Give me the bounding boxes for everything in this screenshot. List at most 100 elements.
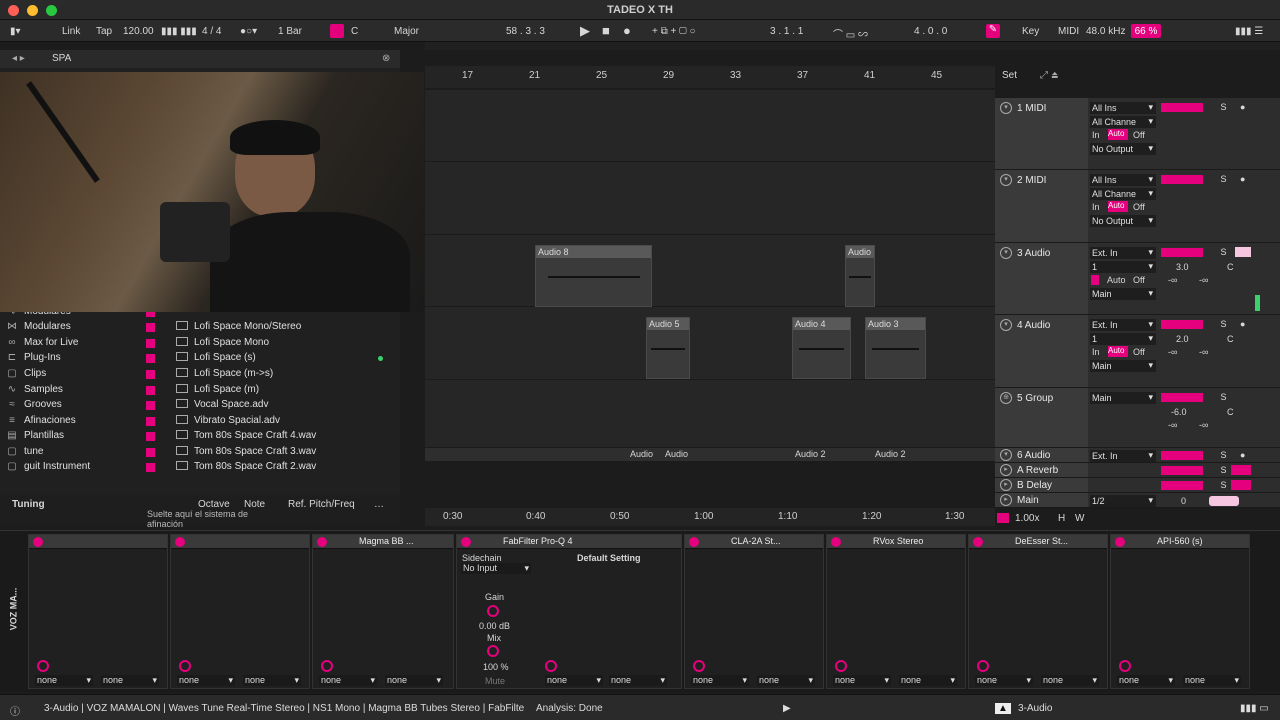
key-root-select[interactable]: C: [351, 26, 358, 37]
stop-icon[interactable]: ■: [602, 23, 610, 38]
solo-button[interactable]: S: [1217, 319, 1230, 331]
track-6-audio[interactable]: ▾6 Audio Ext. In S ●: [995, 448, 1280, 463]
device-ns1[interactable]: nonenone: [170, 534, 310, 689]
set-locator[interactable]: Set: [1002, 70, 1017, 81]
track-4-audio[interactable]: ▾4 Audio Ext. In 1 In Auto Off Main S ● …: [995, 315, 1280, 388]
output-select[interactable]: 1/2: [1090, 495, 1156, 507]
file-item[interactable]: Lofi Space (s): [176, 352, 376, 366]
file-item[interactable]: Tom 80s Space Craft 4.wav: [176, 430, 376, 444]
output-select[interactable]: Main: [1090, 392, 1156, 404]
audio-clip[interactable]: Audio 4: [792, 317, 851, 379]
arm-icon[interactable]: ●: [1240, 319, 1245, 329]
lane-group-summary[interactable]: Audio Audio Audio 2 Audio 2: [425, 448, 995, 462]
solo-button[interactable]: S: [1217, 247, 1230, 259]
fold-icon[interactable]: ▾: [1000, 449, 1012, 461]
h-toggle[interactable]: H: [1058, 513, 1065, 524]
arm-button[interactable]: [1235, 247, 1251, 257]
input-channel-select[interactable]: 1: [1090, 333, 1156, 345]
view-toggle-icon[interactable]: ▮▾: [10, 26, 21, 37]
more-icon[interactable]: …: [374, 499, 384, 510]
category-afinaciones[interactable]: ≡ Afinaciones: [6, 415, 156, 429]
play-icon[interactable]: ▶: [580, 23, 590, 39]
play-main-icon[interactable]: ▸: [1000, 494, 1012, 506]
time-ruler[interactable]: 0:30 0:40 0:50 1:00 1:10 1:20 1:30: [425, 508, 995, 526]
play-return-icon[interactable]: ▸: [1000, 479, 1012, 491]
input-type-select[interactable]: Ext. In: [1090, 247, 1156, 259]
overview-bar[interactable]: [425, 42, 1280, 50]
quantize-menu[interactable]: 1 Bar: [278, 26, 302, 37]
arm-icon[interactable]: ●: [1240, 102, 1245, 112]
device-rvox[interactable]: RVox Stereononenone: [826, 534, 966, 689]
arm-icon[interactable]: ●: [1240, 174, 1245, 184]
track-3-audio[interactable]: ▾3 Audio Ext. In 1 Auto Off Main S 3.0 C…: [995, 243, 1280, 315]
lane-4-audio[interactable]: Audio 5 Audio 4 Audio 3: [425, 307, 995, 380]
scale-select[interactable]: Major: [394, 26, 419, 37]
lane-1-midi[interactable]: [425, 90, 995, 162]
fold-icon[interactable]: ▾: [1000, 247, 1012, 259]
track-volume[interactable]: [1161, 481, 1203, 490]
view-grid-icon[interactable]: ▮▮▮ ☰: [1235, 26, 1263, 37]
file-item[interactable]: Vocal Space.adv: [176, 399, 376, 413]
lane-2-midi[interactable]: [425, 162, 995, 235]
fold-icon[interactable]: ▾: [1000, 102, 1012, 114]
draw-mode-button[interactable]: ✎: [986, 24, 1000, 38]
category-grooves[interactable]: ≈ Grooves: [6, 399, 156, 413]
solo-button[interactable]: S: [1217, 102, 1230, 114]
play-return-icon[interactable]: ▸: [1000, 464, 1012, 476]
loop-switch-icon[interactable]: ⌒ ▭ ∽: [833, 26, 868, 41]
solo-button[interactable]: S: [1217, 480, 1230, 492]
post-button[interactable]: [1231, 465, 1251, 475]
file-item[interactable]: Tom 80s Space Craft 3.wav: [176, 446, 376, 460]
category-clips[interactable]: ▢ Clips: [6, 368, 156, 382]
file-item[interactable]: Lofi Space (m->s): [176, 368, 376, 382]
audio-clip[interactable]: Audio 8: [535, 245, 652, 307]
link-button[interactable]: Link: [62, 26, 80, 37]
device-fabfilter[interactable]: FabFilter Pro-Q 4 Sidechain No Input Gai…: [456, 534, 682, 689]
file-item[interactable]: Tom 80s Space Craft 2.wav: [176, 461, 376, 475]
tap-button[interactable]: Tap: [96, 26, 112, 37]
track-volume[interactable]: [1161, 248, 1203, 257]
track-volume[interactable]: [1161, 175, 1203, 184]
lane-3-audio[interactable]: Audio 8 Audio: [425, 235, 995, 307]
audio-clip[interactable]: Audio: [845, 245, 875, 307]
category-plug-ins[interactable]: ⊏ Plug-Ins: [6, 352, 156, 366]
clear-search-icon[interactable]: ⊗: [382, 53, 390, 64]
nav-arrows-icon[interactable]: ◂ ▸: [12, 53, 25, 64]
track-volume[interactable]: [1161, 451, 1203, 460]
file-item[interactable]: Lofi Space (m): [176, 384, 376, 398]
loop-length[interactable]: 4 . 0 . 0: [914, 26, 947, 37]
fold-icon[interactable]: ▾: [1000, 319, 1012, 331]
output-select[interactable]: No Output: [1090, 215, 1156, 227]
input-channel-select[interactable]: All Channe: [1090, 116, 1156, 128]
zoom-level[interactable]: 1.00x: [1015, 513, 1039, 524]
key-map-button[interactable]: Key: [1022, 26, 1039, 37]
metronome-bars-icon[interactable]: ▮▮▮ ▮▮▮: [161, 26, 197, 37]
arm-icon[interactable]: ●: [1240, 450, 1245, 460]
input-channel-select[interactable]: All Channe: [1090, 188, 1156, 200]
time-signature[interactable]: 4 / 4: [202, 26, 221, 37]
info-icon[interactable]: ⓘ: [10, 703, 20, 718]
track-volume[interactable]: [1161, 320, 1203, 329]
category-plantillas[interactable]: ▤ Plantillas: [6, 430, 156, 444]
arrangement-view[interactable]: Audio 8 Audio Audio 5 Audio 4 Audio 3 Au…: [425, 90, 995, 462]
loop-start[interactable]: 3 . 1 . 1: [770, 26, 803, 37]
solo-button[interactable]: S: [1217, 392, 1230, 404]
scale-toggle-button[interactable]: [330, 24, 344, 38]
input-type-select[interactable]: All Ins: [1090, 102, 1156, 114]
track-volume[interactable]: [1161, 103, 1203, 112]
track-2-midi[interactable]: ▾2 MIDI All Ins All Channe In Auto Off N…: [995, 170, 1280, 243]
selected-track-icon[interactable]: ▲: [995, 703, 1011, 714]
post-button[interactable]: [1231, 480, 1251, 490]
device-cla2a[interactable]: CLA-2A St...nonenone: [684, 534, 824, 689]
main-volume[interactable]: [1209, 496, 1239, 506]
play-status-icon[interactable]: ▶: [783, 703, 791, 714]
sidechain-input-select[interactable]: No Input: [461, 563, 531, 574]
track-5-group[interactable]: ⊕5 Group Main S -6.0 C -∞ -∞: [995, 388, 1280, 448]
file-item[interactable]: Lofi Space Mono/Stereo: [176, 321, 376, 335]
return-a-reverb[interactable]: ▸ A Reverb S: [995, 463, 1280, 478]
category-max-for-live[interactable]: ∞ Max for Live: [6, 337, 156, 351]
output-select[interactable]: No Output: [1090, 143, 1156, 155]
record-icon[interactable]: ●: [623, 23, 631, 38]
main-track[interactable]: ▸Main 1/2 0: [995, 493, 1280, 508]
device-deesser[interactable]: DeEsser St...nonenone: [968, 534, 1108, 689]
